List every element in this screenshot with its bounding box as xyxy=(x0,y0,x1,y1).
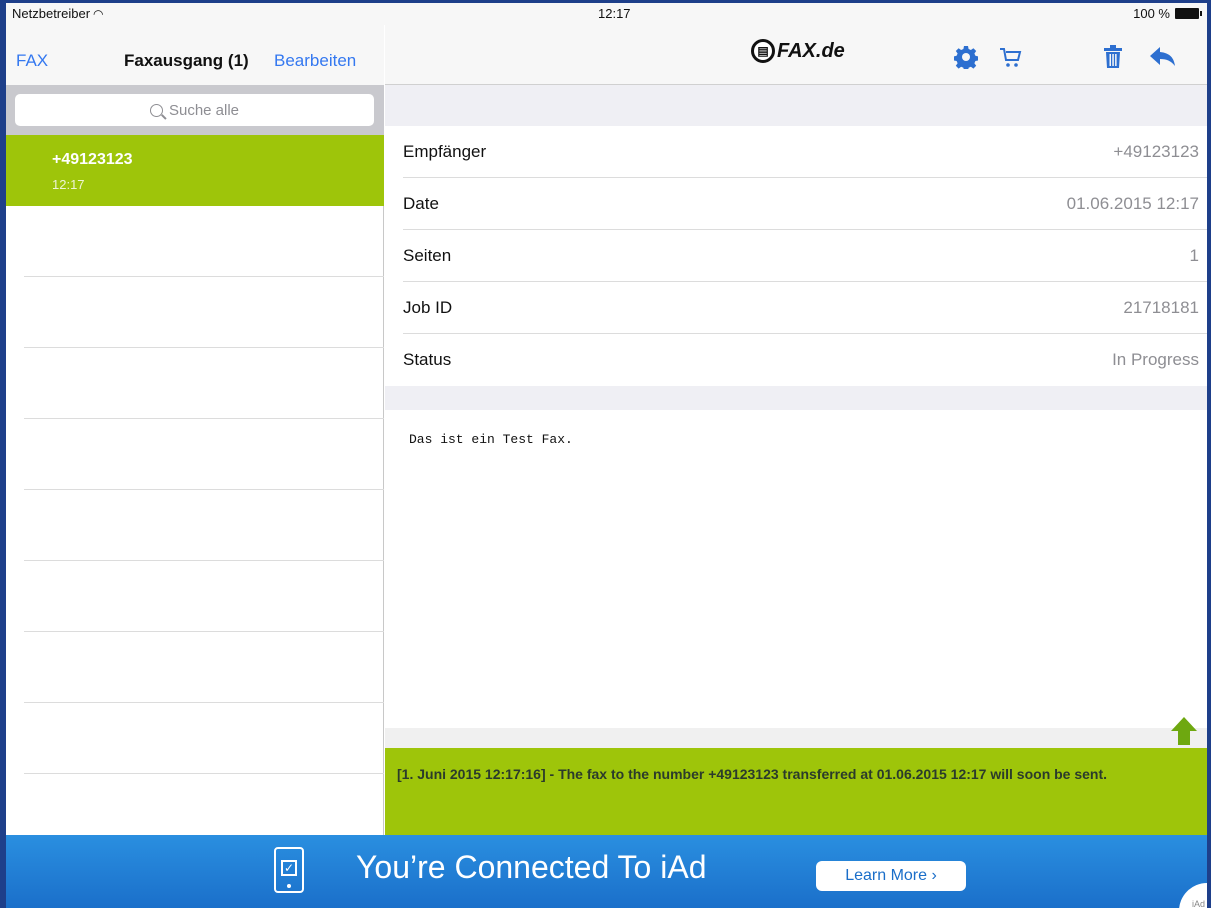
ad-headline: You’re Connected To iAd xyxy=(356,849,707,885)
battery-icon xyxy=(1175,8,1202,19)
message-body: Das ist ein Test Fax. xyxy=(409,432,573,447)
battery-percent: 100 % xyxy=(1133,6,1170,21)
carrier-text: Netzbetreiber xyxy=(12,6,91,21)
detail-row-recipient: Empfänger +49123123 xyxy=(403,126,1207,178)
cart-icon xyxy=(1000,48,1022,67)
logo-mark-icon: ▤ xyxy=(751,39,775,63)
home-button-dot xyxy=(287,884,291,888)
detail-label: Empfänger xyxy=(403,142,487,161)
log-separator xyxy=(385,728,1207,748)
empty-list-row xyxy=(24,348,384,419)
search-input[interactable]: Suche alle xyxy=(15,94,374,126)
empty-list-row xyxy=(24,206,384,277)
section-separator xyxy=(385,386,1207,410)
fax-de-logo: ▤ FAX.de xyxy=(751,39,845,63)
tablet-check-icon: ✓ xyxy=(274,847,304,893)
search-icon xyxy=(149,103,163,117)
trash-icon xyxy=(1104,45,1122,68)
app-window: Netzbetreiber ◠ 12:17 100 % FAX Faxausgan… xyxy=(0,0,1211,908)
detail-row-status: Status In Progress xyxy=(403,334,1207,386)
detail-pane: ▤ FAX.de Empfänger +49123123 Date 01.06.… xyxy=(385,25,1207,835)
carrier-label: Netzbetreiber ◠ xyxy=(12,6,104,21)
status-log: [1. Juni 2015 12:17:16] - The fax to the… xyxy=(385,748,1207,835)
section-separator xyxy=(385,85,1207,126)
arrow-up-icon xyxy=(1171,717,1197,731)
logo-text: FAX.de xyxy=(777,39,845,62)
gear-icon xyxy=(954,46,978,69)
detail-row-job-id: Job ID 21718181 xyxy=(403,282,1207,334)
fax-details: Empfänger +49123123 Date 01.06.2015 12:1… xyxy=(385,126,1207,386)
back-button[interactable]: FAX xyxy=(16,51,48,71)
ad-banner[interactable]: ✓ You’re Connected To iAd Learn More › i… xyxy=(6,835,1207,908)
detail-label: Job ID xyxy=(403,298,453,317)
reply-icon xyxy=(1150,47,1175,66)
empty-list-row xyxy=(24,490,384,561)
wifi-icon: ◠ xyxy=(93,7,104,21)
expand-log-button[interactable] xyxy=(1171,717,1197,747)
battery-indicator: 100 % xyxy=(1133,6,1202,21)
empty-list-row xyxy=(24,419,384,490)
edit-button[interactable]: Bearbeiten xyxy=(274,51,356,71)
status-bar: Netzbetreiber ◠ 12:17 100 % xyxy=(6,3,1207,25)
clock: 12:17 xyxy=(598,6,631,21)
arrow-up-stem xyxy=(1178,731,1190,745)
detail-value: +49123123 xyxy=(1113,142,1199,161)
search-placeholder: Suche alle xyxy=(168,101,240,119)
log-message: [1. Juni 2015 12:17:16] - The fax to the… xyxy=(397,766,1108,782)
detail-value: In Progress xyxy=(1112,350,1199,369)
fax-list: +49123123 12:17 xyxy=(6,135,384,774)
detail-row-pages: Seiten 1 xyxy=(403,230,1207,282)
search-bar: Suche alle xyxy=(6,85,384,135)
reply-button[interactable] xyxy=(1149,43,1177,71)
list-item[interactable]: +49123123 12:17 xyxy=(6,135,384,206)
empty-list-row xyxy=(24,277,384,348)
detail-row-date: Date 01.06.2015 12:17 xyxy=(403,178,1207,230)
right-navigation-bar: ▤ FAX.de xyxy=(385,25,1207,85)
fax-message: Das ist ein Test Fax. xyxy=(385,410,1207,728)
detail-value: 01.06.2015 12:17 xyxy=(1066,194,1199,213)
detail-value: 21718181 xyxy=(1123,298,1199,317)
iad-badge: iAd xyxy=(1179,883,1207,908)
detail-label: Status xyxy=(403,350,452,369)
detail-label: Date xyxy=(403,194,439,213)
delete-button[interactable] xyxy=(1099,43,1127,71)
empty-list-row xyxy=(24,561,384,632)
checkmark-icon: ✓ xyxy=(281,860,297,876)
master-pane: FAX Faxausgang (1) Bearbeiten Suche alle… xyxy=(6,25,384,835)
cart-button[interactable] xyxy=(997,43,1025,71)
iad-badge-label: iAd xyxy=(1191,899,1205,908)
learn-more-button[interactable]: Learn More › xyxy=(816,861,966,891)
page-title: Faxausgang (1) xyxy=(124,51,249,70)
empty-list-row xyxy=(24,632,384,703)
fax-time: 12:17 xyxy=(52,177,85,192)
left-navigation-bar: FAX Faxausgang (1) Bearbeiten xyxy=(6,25,384,85)
detail-value: 1 xyxy=(1189,246,1199,265)
detail-label: Seiten xyxy=(403,246,452,265)
fax-number: +49123123 xyxy=(52,151,133,168)
empty-list-row xyxy=(24,703,384,774)
settings-button[interactable] xyxy=(952,43,980,71)
